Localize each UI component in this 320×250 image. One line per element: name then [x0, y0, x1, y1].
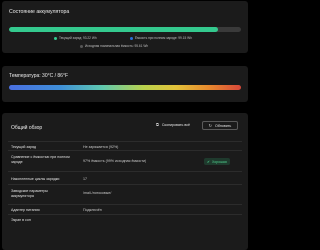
legend-dot-icon [130, 36, 133, 40]
row-value: 97% ёмкость (99% исходная ёмкости) [83, 159, 147, 163]
legend-full-capacity: Ёмкость при полном заряде: 99.15 Wh [130, 36, 192, 40]
legend-current-charge: Текущий заряд: 93.22 Wh [54, 36, 97, 40]
refresh-label: Обновить [215, 123, 232, 128]
row-key: Экран в сон [11, 218, 31, 222]
copy-all-button[interactable]: ⧉ Скопировать всё [156, 122, 190, 127]
legend-label: Ёмкость при полном заряде: 99.15 Wh [135, 36, 192, 40]
battery-charge-fill [9, 27, 218, 32]
temperature-title: Температура: 30°C / 86°F [9, 73, 69, 79]
table-row: Экран в сон [8, 214, 242, 224]
overview-table: Текущий заряд Не заряжается (92%) Сравне… [8, 141, 242, 224]
row-key: Сравнение с ёмкостью при полном заряде [11, 155, 70, 164]
table-row: Накопленные циклы зарядки 17 [8, 171, 242, 184]
table-row: Адаптер питания Подключён [8, 204, 242, 214]
legend-dot-icon [54, 36, 57, 40]
overview-card: Общий обзор ⧉ Скопировать всё ↻ Обновить… [2, 113, 248, 250]
legend-dot-icon [80, 44, 83, 48]
refresh-icon: ↻ [208, 123, 213, 128]
temperature-card: Температура: 30°C / 86°F [2, 66, 248, 102]
table-row: Заводские параметры аккумулятора /mail-/… [8, 184, 242, 204]
row-key: Заводские параметры аккумулятора [11, 189, 48, 198]
copy-icon: ⧉ [156, 122, 159, 127]
table-row: Сравнение с ёмкостью при полном заряде 9… [8, 150, 242, 171]
row-value: 17 [83, 176, 87, 181]
row-key: Накопленные циклы зарядки [11, 176, 60, 181]
battery-card-title: Состояние аккумулятора [9, 9, 70, 15]
overview-title: Общий обзор [11, 125, 43, 131]
health-good-label: Хорошая [211, 159, 227, 164]
refresh-button[interactable]: ↻ Обновить [202, 121, 238, 130]
copy-all-label: Скопировать всё [161, 122, 190, 127]
health-good-badge: ✔ Хорошая [204, 158, 230, 165]
checkmark-icon: ✔ [207, 159, 210, 164]
row-value: Подключён [83, 208, 102, 212]
legend-design-capacity: Исходная номинальная ёмкость: 95.61 Wh [80, 44, 148, 48]
temperature-gradient-bar [9, 85, 241, 90]
table-row: Текущий заряд Не заряжается (92%) [8, 141, 242, 150]
battery-status-card: Состояние аккумулятора Текущий заряд: 93… [2, 1, 248, 53]
battery-charge-bar [9, 27, 241, 32]
row-key: Адаптер питания [11, 208, 40, 212]
legend-label: Исходная номинальная ёмкость: 95.61 Wh [85, 44, 149, 48]
row-value: /mail-/потоковые/ [83, 191, 112, 195]
legend-label: Текущий заряд: 93.22 Wh [59, 36, 97, 40]
row-value: Не заряжается (92%) [83, 144, 119, 149]
row-key: Текущий заряд [11, 144, 37, 149]
